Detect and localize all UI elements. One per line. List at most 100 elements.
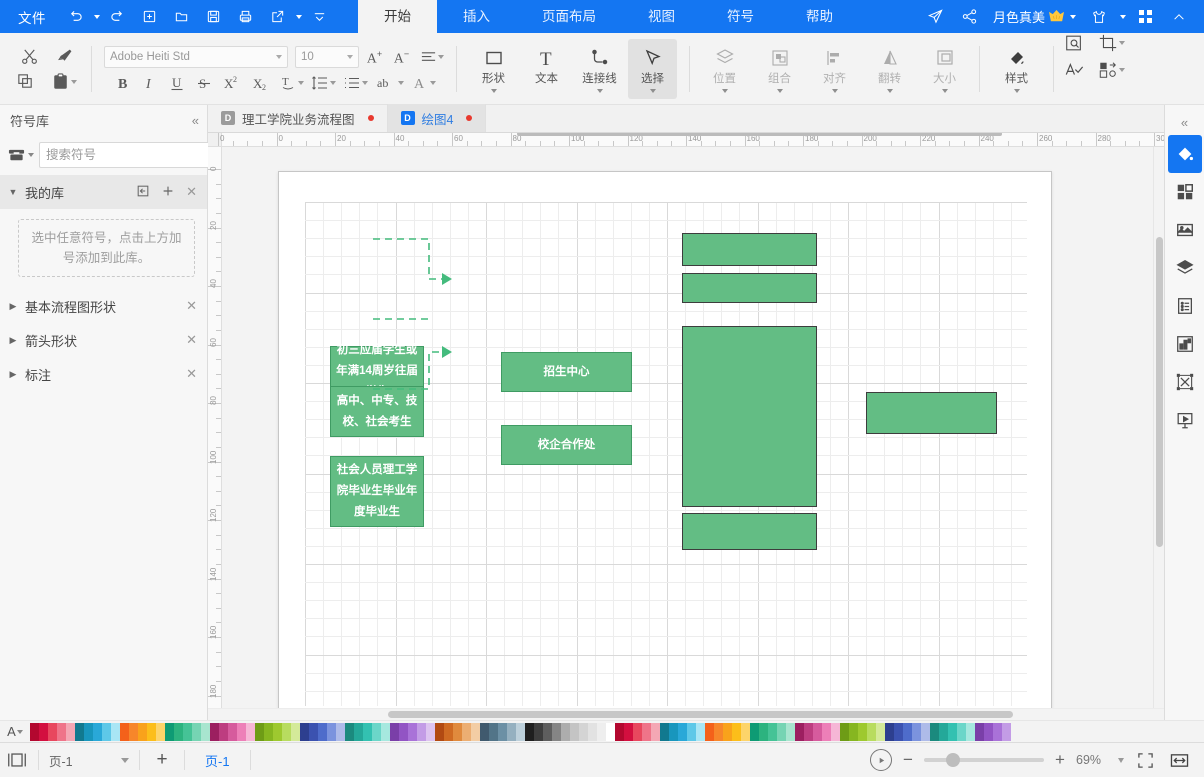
superscript-icon[interactable]: X2 <box>221 74 243 92</box>
color-swatch[interactable] <box>147 722 156 741</box>
color-swatch[interactable] <box>741 722 750 741</box>
color-swatch[interactable] <box>237 722 246 741</box>
canvas-vertical-scrollbar[interactable] <box>1153 147 1164 708</box>
zoom-slider[interactable] <box>924 753 1044 767</box>
font-color-icon[interactable]: A <box>411 74 436 92</box>
flip-tool[interactable]: 翻转 <box>865 39 914 99</box>
color-swatch[interactable] <box>390 722 399 741</box>
color-swatch[interactable] <box>849 722 858 741</box>
collapse-right-panel-icon[interactable]: « <box>1165 109 1204 135</box>
horizontal-scroll-thumb[interactable] <box>388 711 1013 718</box>
chart-icon[interactable] <box>1168 325 1202 363</box>
color-swatch[interactable] <box>930 722 939 741</box>
page-selector[interactable]: 页-1 <box>43 749 135 771</box>
text-style-icon[interactable]: T <box>279 74 304 92</box>
copy-icon[interactable] <box>16 72 35 91</box>
document-properties-icon[interactable] <box>1168 287 1202 325</box>
library-dropzone[interactable]: 选中任意符号，点击上方加号添加到此库。 <box>18 219 195 277</box>
tab-page-layout[interactable]: 页面布局 <box>516 0 622 33</box>
color-swatch[interactable] <box>633 722 642 741</box>
align-tool[interactable]: 对齐 <box>810 39 859 99</box>
color-swatch[interactable] <box>642 722 651 741</box>
group-tool[interactable]: 组合 <box>755 39 804 99</box>
color-swatch[interactable] <box>363 722 372 741</box>
canvas-shape[interactable]: 招生中心 <box>501 352 632 392</box>
color-swatch[interactable] <box>381 722 390 741</box>
color-swatch[interactable] <box>201 722 210 741</box>
tab-help[interactable]: 帮助 <box>780 0 859 33</box>
color-swatch[interactable] <box>453 722 462 741</box>
collapse-left-panel-icon[interactable]: « <box>192 113 199 128</box>
color-swatch[interactable] <box>579 722 588 741</box>
undo-dropdown-icon[interactable] <box>94 14 100 19</box>
color-swatch[interactable] <box>984 722 993 741</box>
color-swatch[interactable] <box>174 722 183 741</box>
find-replace-icon[interactable] <box>1064 33 1084 53</box>
connector-points-icon[interactable] <box>1168 363 1202 401</box>
canvas-shape[interactable] <box>866 392 997 434</box>
color-swatch[interactable] <box>615 722 624 741</box>
color-swatch[interactable] <box>660 722 669 741</box>
shape-tool[interactable]: 形状 <box>469 39 518 99</box>
close-library-icon[interactable]: ✕ <box>186 298 197 314</box>
color-swatch[interactable] <box>120 722 129 741</box>
user-account[interactable]: 月色真美 <box>989 7 1080 26</box>
color-swatch[interactable] <box>183 722 192 741</box>
text-wrap-icon[interactable]: ab <box>375 74 404 92</box>
document-tab-2[interactable]: D 绘图4 <box>387 104 487 132</box>
shape-replace-icon[interactable] <box>1098 60 1125 80</box>
horizontal-ruler[interactable]: 0 0 20 40 60 80 100 120 140 160 180 200 220 240 260 280… <box>208 133 1164 147</box>
color-swatch[interactable] <box>93 722 102 741</box>
position-tool[interactable]: 位置 <box>700 39 749 99</box>
color-swatch[interactable] <box>156 722 165 741</box>
decrease-font-icon[interactable]: A − <box>393 47 413 67</box>
color-swatch[interactable] <box>804 722 813 741</box>
drawing-page[interactable]: 初三应届学生或年满14周岁往届学生高中、中专、技校、社会考生社会人员理工学院毕业… <box>278 171 1052 708</box>
font-size-select[interactable]: 10 <box>295 46 359 68</box>
color-swatch[interactable] <box>264 722 273 741</box>
underline-icon[interactable]: U <box>167 74 187 92</box>
new-icon[interactable] <box>134 4 164 30</box>
paste-icon[interactable] <box>51 72 77 91</box>
color-swatch[interactable] <box>624 722 633 741</box>
canvas-shape[interactable] <box>682 326 817 507</box>
color-swatch[interactable] <box>192 722 201 741</box>
collapse-ribbon-icon[interactable] <box>1164 4 1194 30</box>
style-tool[interactable]: 样式 <box>992 39 1041 99</box>
color-swatch[interactable] <box>66 722 75 741</box>
size-tool[interactable]: 大小 <box>920 39 969 99</box>
color-swatch[interactable] <box>327 722 336 741</box>
color-swatch[interactable] <box>471 722 480 741</box>
save-icon[interactable] <box>198 4 228 30</box>
color-swatch[interactable] <box>30 722 39 741</box>
send-icon[interactable] <box>921 4 951 30</box>
library-group-callouts[interactable]: ▶ 标注 ✕ <box>0 357 207 391</box>
color-swatch[interactable] <box>507 722 516 741</box>
library-group-basic-flowchart[interactable]: ▶ 基本流程图形状 ✕ <box>0 289 207 323</box>
color-swatch[interactable] <box>885 722 894 741</box>
bold-icon[interactable]: B <box>113 74 133 92</box>
line-spacing-icon[interactable] <box>311 74 336 92</box>
color-swatch[interactable] <box>444 722 453 741</box>
color-swatch[interactable] <box>750 722 759 741</box>
color-swatch[interactable] <box>498 722 507 741</box>
color-swatch[interactable] <box>129 722 138 741</box>
color-swatch[interactable] <box>696 722 705 741</box>
color-swatch[interactable] <box>876 722 885 741</box>
font-color-picker[interactable]: A <box>0 724 30 739</box>
color-swatch[interactable] <box>309 722 318 741</box>
theme-shirt-icon[interactable] <box>1084 4 1114 30</box>
color-swatch-strip[interactable] <box>30 722 1188 741</box>
color-swatch[interactable] <box>813 722 822 741</box>
color-swatch[interactable] <box>480 722 489 741</box>
italic-icon[interactable]: I <box>140 74 160 92</box>
color-swatch[interactable] <box>516 722 525 741</box>
color-swatch[interactable] <box>939 722 948 741</box>
zoom-in-button[interactable]: + <box>1052 750 1068 770</box>
zoom-dropdown-icon[interactable] <box>1118 757 1124 763</box>
color-swatch[interactable] <box>75 722 84 741</box>
color-swatch[interactable] <box>912 722 921 741</box>
image-icon[interactable] <box>1168 211 1202 249</box>
undo-icon[interactable] <box>60 4 90 30</box>
add-page-button[interactable]: + <box>144 749 180 771</box>
